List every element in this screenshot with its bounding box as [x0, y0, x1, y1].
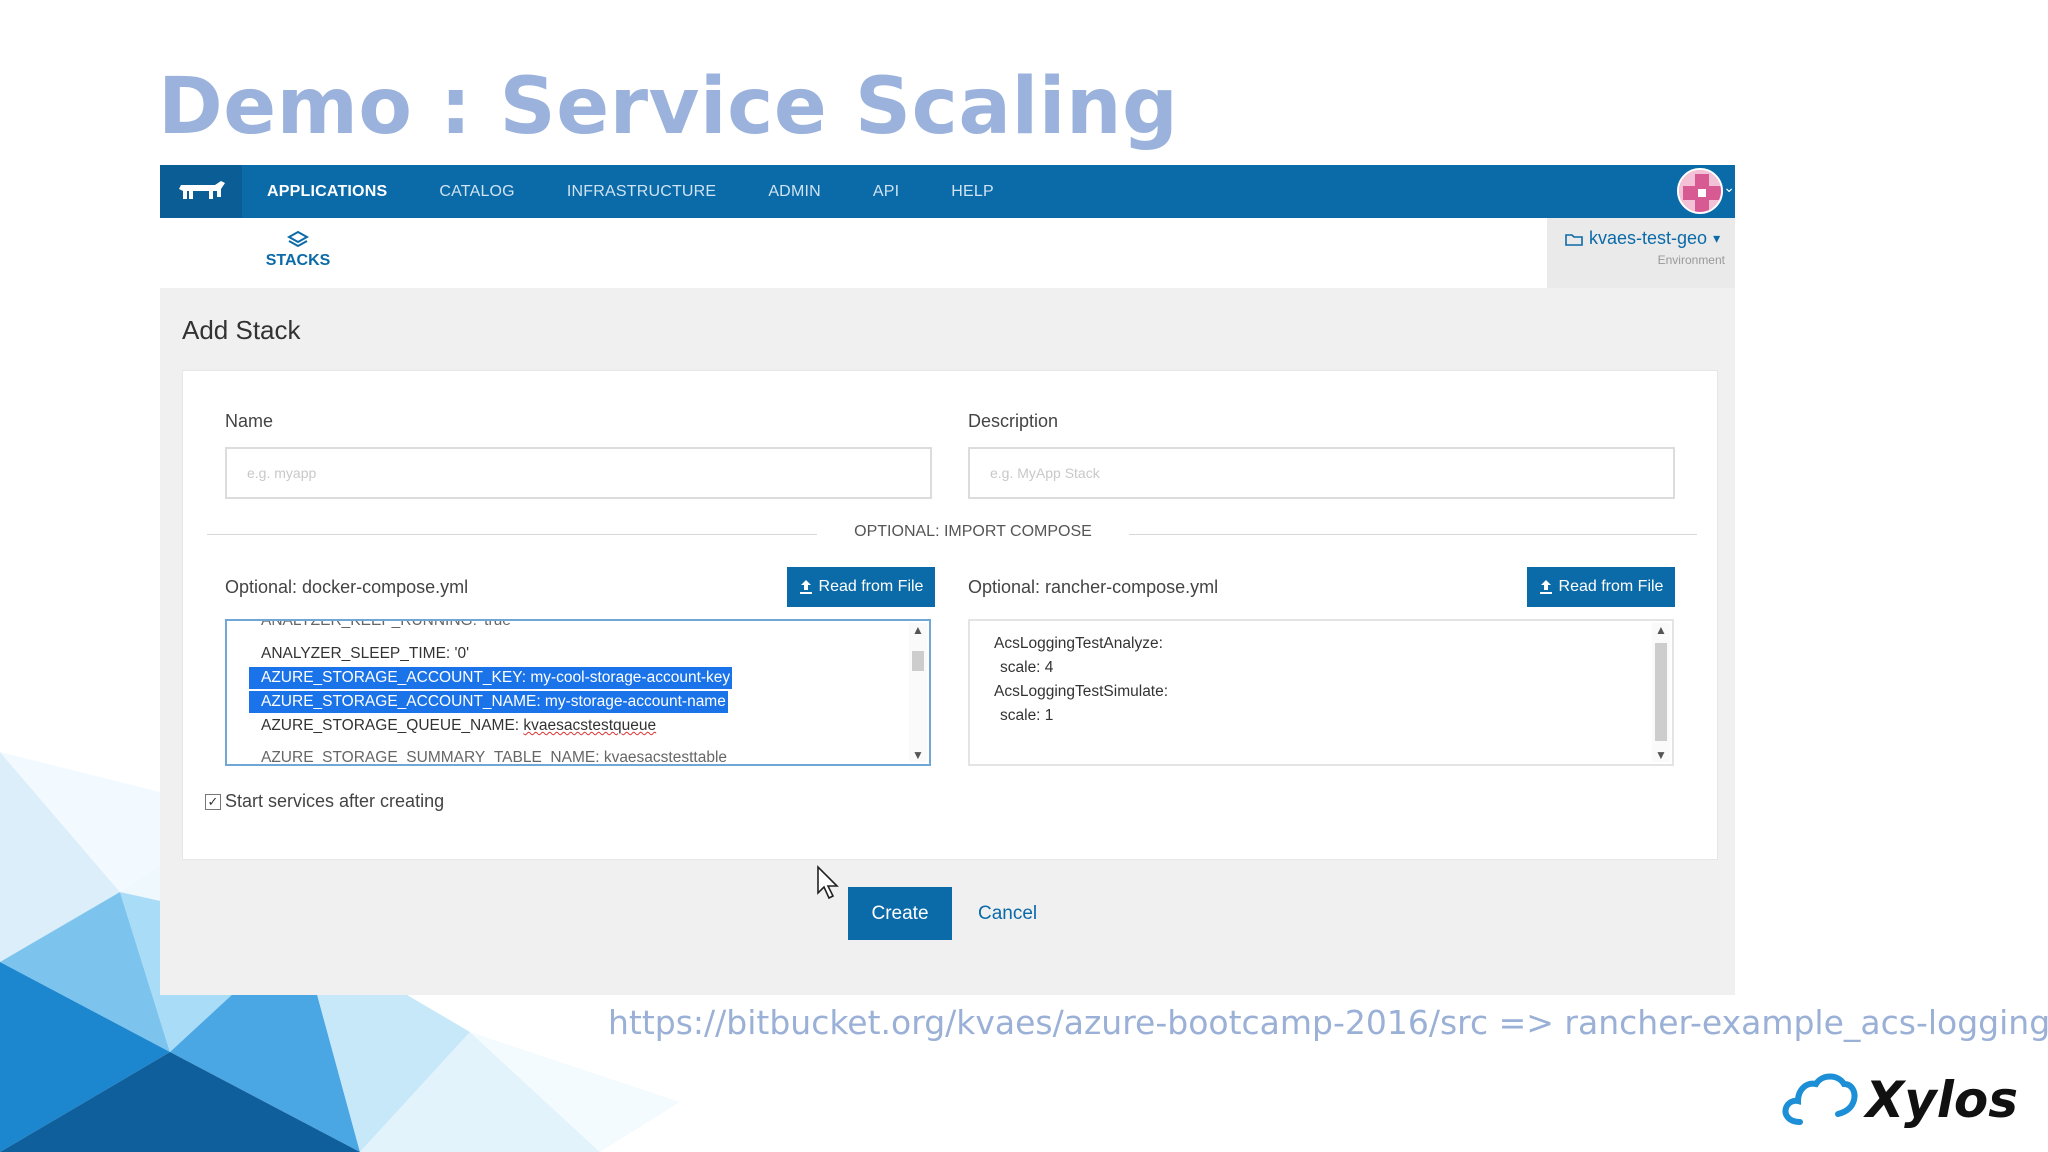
- code-line: AZURE_STORAGE_SUMMARY_TABLE_NAME: kvaesa…: [261, 749, 728, 766]
- scrollbar-thumb[interactable]: [912, 651, 924, 671]
- nav-applications[interactable]: APPLICATIONS: [267, 183, 387, 201]
- upload-icon: [1539, 580, 1552, 594]
- start-services-label: Start services after creating: [225, 791, 445, 811]
- scrollbar-thumb[interactable]: [1655, 643, 1667, 741]
- chevron-up-icon[interactable]: ▲: [1652, 623, 1670, 637]
- docker-textarea-scrollbar[interactable]: ▲ ▼: [909, 623, 927, 762]
- code-line-selected: AZURE_STORAGE_ACCOUNT_KEY: my-cool-stora…: [249, 667, 733, 689]
- docker-compose-label: Optional: docker-compose.yml: [225, 577, 469, 597]
- docker-read-from-file-button[interactable]: Read from File: [787, 567, 935, 607]
- folder-icon: [1565, 233, 1583, 246]
- upload-icon: [799, 580, 812, 594]
- sub-nav: STACKS kvaes-test-geo ▾ Environment: [160, 218, 1735, 288]
- import-compose-divider-label: OPTIONAL: IMPORT COMPOSE: [854, 523, 1092, 540]
- environment-switcher[interactable]: kvaes-test-geo ▾ Environment: [1547, 218, 1735, 288]
- code-line-selected: AZURE_STORAGE_ACCOUNT_NAME: my-storage-a…: [249, 691, 728, 713]
- divider-right: [1129, 534, 1697, 535]
- tab-stacks[interactable]: STACKS: [260, 230, 336, 270]
- environment-label: Environment: [1657, 253, 1725, 267]
- cancel-button[interactable]: Cancel: [978, 887, 1037, 940]
- cow-logo-icon: [179, 180, 225, 199]
- avatar-chevron-down-icon[interactable]: ⌄: [1723, 179, 1735, 196]
- layers-icon: [287, 230, 309, 248]
- code-line: scale: 4: [1000, 659, 1054, 676]
- nav-help[interactable]: HELP: [951, 183, 994, 201]
- rancher-read-from-file-button[interactable]: Read from File: [1527, 567, 1675, 607]
- page-title: Add Stack: [182, 315, 301, 345]
- name-label: Name: [225, 411, 274, 431]
- rancher-compose-textarea[interactable]: AcsLoggingTestAnalyze: scale: 4 AcsLoggi…: [968, 619, 1674, 766]
- cloud-logo-icon: [1782, 1073, 1858, 1125]
- chevron-down-icon: ▾: [1713, 230, 1721, 246]
- start-services-checkbox[interactable]: ✓: [205, 793, 221, 810]
- code-line: ANALYZER_SLEEP_TIME: '0': [261, 645, 470, 662]
- name-input[interactable]: [225, 447, 932, 499]
- description-label: Description: [968, 411, 1059, 431]
- chevron-up-icon[interactable]: ▲: [909, 623, 927, 637]
- rancher-app-window: APPLICATIONS CATALOG INFRASTRUCTURE ADMI…: [160, 165, 1735, 995]
- code-line: AZURE_STORAGE_QUEUE_NAME: kvaesacstestqu…: [261, 717, 657, 734]
- source-link[interactable]: https://bitbucket.org/kvaes/azure-bootca…: [608, 1003, 2048, 1042]
- description-input[interactable]: [968, 447, 1675, 499]
- chevron-down-icon[interactable]: ▼: [909, 748, 927, 762]
- top-nav: APPLICATIONS CATALOG INFRASTRUCTURE ADMI…: [160, 165, 1735, 218]
- rancher-textarea-scrollbar[interactable]: ▲ ▼: [1652, 623, 1670, 762]
- code-line: scale: 1: [1000, 707, 1054, 724]
- rancher-logo[interactable]: [160, 165, 242, 218]
- rancher-compose-label: Optional: rancher-compose.yml: [968, 577, 1219, 597]
- docker-compose-textarea[interactable]: ANALYZER_KEEP_RUNNING: 'true' ANALYZER_S…: [225, 619, 931, 766]
- divider-left: [207, 534, 817, 535]
- slide-title: Demo : Service Scaling: [158, 62, 1179, 152]
- nav-admin[interactable]: ADMIN: [768, 183, 821, 201]
- environment-name: kvaes-test-geo: [1589, 228, 1708, 248]
- nav-infrastructure[interactable]: INFRASTRUCTURE: [567, 183, 716, 201]
- tab-stacks-label: STACKS: [265, 252, 331, 269]
- mouse-cursor-icon: [817, 865, 839, 900]
- avatar-pattern-icon: [1679, 170, 1721, 212]
- code-line: AcsLoggingTestSimulate:: [994, 683, 1169, 700]
- chevron-down-icon[interactable]: ▼: [1652, 748, 1670, 762]
- code-line: ANALYZER_KEEP_RUNNING: 'true': [261, 619, 514, 629]
- user-avatar[interactable]: [1677, 168, 1723, 214]
- nav-api[interactable]: API: [873, 183, 899, 201]
- xylos-brand: Xylos: [1782, 1070, 2018, 1130]
- nav-catalog[interactable]: CATALOG: [439, 183, 515, 201]
- add-stack-form: Name Description OPTIONAL: IMPORT COMPOS…: [182, 370, 1718, 860]
- create-button[interactable]: Create: [848, 887, 952, 940]
- brand-name: Xylos: [1865, 1071, 2018, 1129]
- code-line: AcsLoggingTestAnalyze:: [994, 635, 1163, 652]
- start-services-option[interactable]: ✓ Start services after creating: [205, 791, 444, 812]
